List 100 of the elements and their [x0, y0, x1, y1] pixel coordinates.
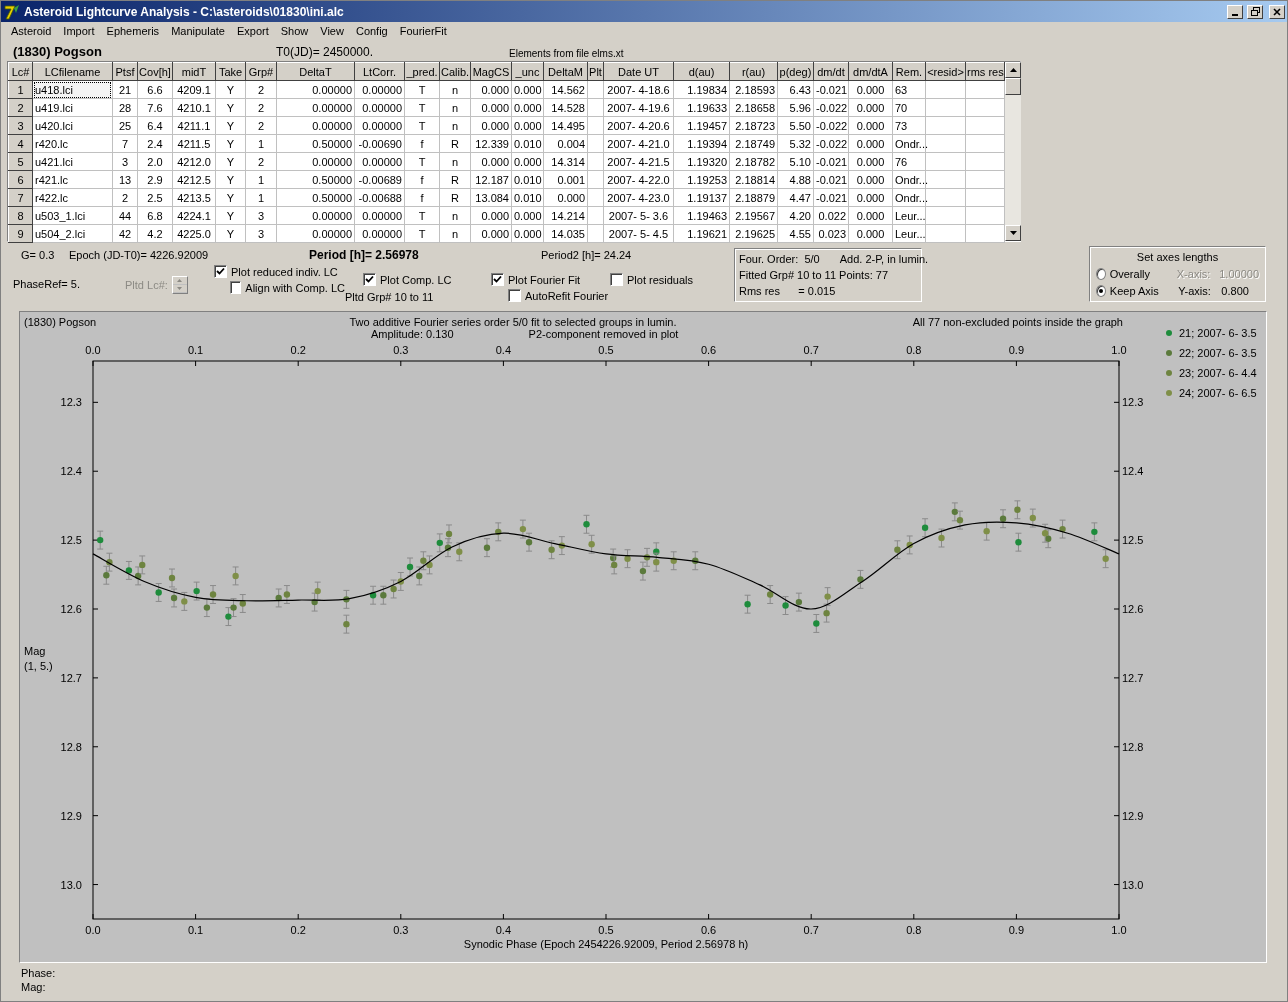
fit-info-text: Fitted Grp# 10 to 11 Points: 77: [739, 269, 888, 281]
menu-item[interactable]: Export: [230, 25, 275, 37]
column-header[interactable]: Lc#: [8, 62, 33, 81]
column-header[interactable]: _unc: [511, 62, 544, 81]
data-point: [812, 614, 820, 633]
axis-value: 0.800: [1221, 284, 1250, 297]
checkbox[interactable]: [610, 273, 623, 286]
menu-item[interactable]: View: [314, 25, 350, 37]
data-point: [906, 535, 914, 555]
g-value: G= 0.3: [21, 249, 56, 261]
column-header[interactable]: Cov[h]: [137, 62, 173, 81]
point: [824, 593, 831, 600]
column-header[interactable]: dm/dtA: [848, 62, 893, 81]
period2-value: Period2 [h]= 24.24: [541, 249, 633, 261]
point: [406, 563, 414, 571]
phase-ref-value: PhaseRef= 5.: [13, 278, 81, 290]
checkbox[interactable]: [491, 273, 504, 286]
data-point: [766, 585, 774, 604]
restore-button[interactable]: [1247, 4, 1263, 19]
fit-info-text: Add. 2-P, in lumin.: [839, 253, 929, 265]
vertical-scrollbar[interactable]: [1005, 62, 1021, 241]
column-header[interactable]: rms res: [965, 62, 1005, 81]
point: [283, 591, 291, 598]
checkbox[interactable]: [230, 281, 242, 294]
phase-readout: Phase:: [21, 966, 57, 980]
column-header[interactable]: MagCS: [470, 62, 512, 81]
axis-tick-label: 12.8: [60, 740, 82, 753]
data-point: [744, 594, 752, 614]
column-header[interactable]: Ptsf: [112, 62, 138, 81]
axis-tick-label: 12.9: [1122, 809, 1144, 822]
column-header[interactable]: Take: [215, 62, 246, 81]
menu-item[interactable]: FourierFit: [393, 25, 453, 37]
close-button[interactable]: [1269, 4, 1285, 19]
menu-item[interactable]: Ephemeris: [100, 25, 166, 37]
column-header[interactable]: r(au): [729, 62, 778, 81]
point: [232, 572, 239, 580]
column-header[interactable]: _pred.: [404, 62, 440, 81]
data-point: [983, 521, 991, 541]
column-header[interactable]: DeltaM: [543, 62, 588, 81]
column-header[interactable]: d(au): [673, 62, 730, 81]
column-header[interactable]: midT: [172, 62, 216, 81]
checkbox[interactable]: [214, 265, 227, 278]
axis-tick-label: 0.0: [85, 924, 101, 936]
scroll-down-icon: [1009, 231, 1017, 235]
axis-tick-label: 0.5: [598, 924, 614, 936]
data-point: [893, 540, 901, 560]
point: [181, 598, 188, 605]
column-header[interactable]: Grp#: [245, 62, 277, 81]
point: [445, 530, 453, 538]
axis-tick-label: 1.0: [1111, 344, 1127, 356]
column-header[interactable]: dm/dt: [813, 62, 849, 81]
data-point: [938, 528, 945, 548]
minimize-icon: [1232, 13, 1238, 16]
menu-item[interactable]: Manipulate: [165, 25, 231, 37]
column-header[interactable]: LCfilename: [32, 62, 113, 81]
checkbox[interactable]: [508, 289, 521, 302]
data-point: [1029, 508, 1037, 528]
axis-tick-label: 0.2: [290, 344, 306, 356]
amplitude-label: Amplitude: 0.130: [371, 328, 454, 340]
elements-label: Elements from file elms.xt: [509, 48, 625, 59]
axis-tick-label: 12.6: [1122, 603, 1144, 615]
axis-value: 1.00000: [1219, 267, 1259, 280]
point: [782, 602, 789, 609]
point: [1029, 514, 1037, 522]
axis-tick-label: 12.4: [60, 465, 82, 478]
point: [921, 524, 929, 531]
axis-tick-label: 0.1: [187, 924, 204, 936]
point: [951, 508, 959, 516]
minimize-button[interactable]: [1227, 4, 1243, 19]
point: [548, 546, 555, 553]
axis-tick-label: 0.5: [598, 344, 614, 356]
radio-button[interactable]: [1096, 284, 1106, 297]
data-point: [494, 522, 502, 542]
period-value: Period [h]= 2.56978: [309, 248, 420, 262]
axis-tick-label: 12.7: [60, 671, 82, 684]
menu-item[interactable]: Asteroid: [5, 25, 58, 37]
axis-tick-label: 12.7: [1122, 671, 1144, 684]
menu-item[interactable]: Show: [274, 25, 315, 37]
point: [583, 521, 590, 528]
point: [139, 561, 146, 569]
column-header[interactable]: LtCorr.: [354, 62, 405, 81]
column-header[interactable]: p(deg): [777, 62, 814, 81]
checkbox-label: Plot Fourier Fit: [508, 273, 581, 286]
column-header[interactable]: DeltaT: [276, 62, 355, 81]
pltd-lc-label: Pltd Lc#:: [125, 279, 168, 291]
radio-label: Overally: [1109, 267, 1152, 280]
spinner[interactable]: [171, 276, 188, 294]
scroll-thumb[interactable]: [1005, 78, 1021, 95]
checkbox[interactable]: [363, 273, 376, 286]
menu-item[interactable]: Import: [57, 25, 101, 37]
column-header[interactable]: Rem.: [892, 62, 926, 81]
column-header[interactable]: Date UT: [603, 62, 674, 81]
point: [203, 604, 211, 611]
point: [999, 515, 1007, 522]
column-header[interactable]: <resid>: [925, 62, 966, 81]
point: [390, 585, 397, 593]
menu-item[interactable]: Config: [349, 25, 394, 37]
column-header[interactable]: Calib.: [439, 62, 471, 81]
axis-tick-label: 12.4: [1122, 465, 1144, 478]
mag-readout: Mag:: [21, 980, 47, 994]
